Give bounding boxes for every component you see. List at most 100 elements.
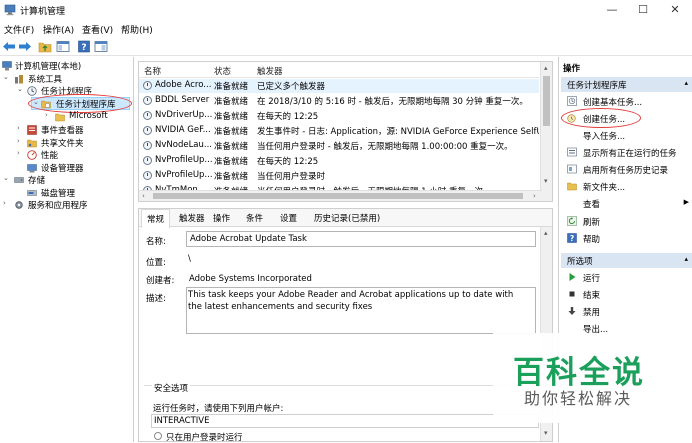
basic-task-icon: [567, 96, 577, 106]
toolbar: ?: [0, 38, 692, 56]
task-cell-status: 准备就绪: [214, 172, 249, 182]
tree-item-storage[interactable]: ⌄ 存储: [3, 174, 131, 186]
collapse-chevron-icon[interactable]: ›: [17, 149, 25, 157]
scroll-left-icon[interactable]: ‹: [142, 192, 145, 200]
running-tasks-icon: [567, 147, 577, 157]
security-divider: [144, 385, 539, 386]
properties-view-icon[interactable]: [94, 40, 108, 53]
task-cell-trigger: 当任何用户登录时 - 触发后，无限期地每隔 1.00:00:00 重复一次。: [257, 142, 513, 152]
expand-chevron-icon[interactable]: ⌄: [3, 174, 11, 182]
tab-triggers[interactable]: 触发器: [179, 212, 205, 224]
task-cell-trigger: 已定义多个触发器: [257, 82, 326, 92]
action-disable[interactable]: 禁用: [561, 303, 692, 319]
close-button[interactable]: ✕: [660, 0, 690, 20]
help-icon[interactable]: ?: [77, 40, 91, 53]
svg-text:?: ?: [81, 43, 86, 53]
table-row[interactable]: NVIDIA GeF... 准备就绪 发生事件时 - 日志: Application…: [139, 124, 539, 138]
tab-settings[interactable]: 设置: [280, 212, 297, 224]
action-help[interactable]: ? 帮助: [561, 230, 692, 246]
back-arrow-icon[interactable]: [2, 40, 16, 53]
action-import-task[interactable]: 导入任务...: [561, 127, 692, 143]
table-row[interactable]: NvProfileUp... 准备就绪 当任何用户登录时: [139, 169, 539, 183]
column-header-trigger[interactable]: 触发器: [257, 65, 283, 77]
tree-item-device-manager[interactable]: 设备管理器: [17, 162, 131, 174]
navigation-tree: 计算机管理(本地) ⌄ 系统工具 ⌄ 任务计划程序 ⌄ 任务计划程序库 › Mi…: [0, 57, 134, 442]
table-row[interactable]: NvNodeLau... 准备就绪 当任何用户登录时 - 触发后，无限期地每隔 1.…: [139, 139, 539, 153]
tree-item-disk-management[interactable]: 磁盘管理: [17, 187, 131, 199]
tree-item-system-tools[interactable]: ⌄ 系统工具: [3, 73, 131, 85]
collapse-chevron-icon[interactable]: ›: [17, 124, 25, 132]
tree-item-performance[interactable]: › 性能: [17, 149, 131, 161]
disable-arrow-icon: [568, 307, 576, 315]
folder-icon: [55, 113, 65, 122]
tree-item-shared-folders[interactable]: › 共享文件夹: [17, 137, 131, 149]
action-refresh[interactable]: 刷新: [561, 213, 692, 229]
menu-view[interactable]: 查看(V): [82, 23, 113, 36]
actions-section-selected[interactable]: 所选项 ▴: [561, 253, 692, 268]
tree-item-microsoft[interactable]: › Microsoft: [45, 111, 131, 123]
menu-file[interactable]: 文件(F): [4, 23, 34, 36]
up-folder-icon[interactable]: [38, 40, 52, 53]
minimize-button[interactable]: —: [597, 0, 627, 20]
action-create-basic-task[interactable]: 创建基本任务...: [561, 93, 692, 109]
action-label: 结束: [583, 291, 601, 301]
table-row[interactable]: NvDriverUp... 准备就绪 在每天的 12:25: [139, 109, 539, 123]
scroll-thumb[interactable]: [153, 193, 523, 199]
refresh-icon: [567, 216, 577, 226]
menu-help[interactable]: 帮助(H): [121, 23, 153, 36]
tree-item-event-viewer[interactable]: › 事件查看器: [17, 124, 131, 136]
table-row[interactable]: NvProfileUp... 准备就绪 在每天的 12:25: [139, 154, 539, 168]
section-collapse-icon[interactable]: ▴: [684, 255, 688, 263]
action-view[interactable]: 查看 ▶: [561, 195, 692, 211]
task-cell-name: NVIDIA GeF...: [155, 125, 211, 135]
scroll-thumb[interactable]: [543, 76, 550, 126]
tab-general[interactable]: 常规: [141, 209, 171, 228]
detail-tabs: 常规 触发器 操作 条件 设置 历史记录(已禁用): [139, 209, 552, 228]
scroll-down-icon[interactable]: ▾: [544, 429, 548, 437]
collapse-chevron-icon[interactable]: ›: [3, 199, 11, 207]
column-header-status[interactable]: 状态: [214, 65, 231, 77]
watermark-subtitle: 助你轻松解决: [524, 389, 633, 408]
scroll-up-icon[interactable]: ▴: [544, 64, 548, 72]
only-logged-on-radio[interactable]: [154, 432, 162, 440]
action-end[interactable]: 结束: [561, 286, 692, 302]
table-row[interactable]: Adobe Acro... 准备就绪 已定义多个触发器: [139, 79, 539, 93]
action-new-folder[interactable]: 新文件夹...: [561, 178, 692, 194]
list-horizontal-scrollbar[interactable]: ‹ ›: [139, 190, 542, 201]
action-label: 导入任务...: [583, 132, 626, 142]
tree-item-services[interactable]: › 服务和应用程序: [3, 199, 131, 211]
collapse-chevron-icon[interactable]: ›: [45, 111, 53, 119]
action-run[interactable]: 运行: [561, 269, 692, 285]
forward-arrow-icon[interactable]: [18, 40, 32, 53]
task-cell-trigger: 在 2018/3/10 的 5:16 时 - 触发后，无限期地每隔 30 分钟 …: [257, 97, 528, 107]
tab-actions[interactable]: 操作: [213, 212, 230, 224]
actions-section-library[interactable]: 任务计划程序库 ▴: [561, 77, 692, 92]
window-title: 计算机管理: [20, 7, 66, 17]
task-list[interactable]: 名称 状态 触发器 Adobe Acro... 准备就绪 已定义多个触发器 BDDL …: [138, 61, 553, 202]
column-header-name[interactable]: 名称: [144, 65, 161, 77]
location-label: 位置:: [146, 258, 166, 268]
task-cell-name: BDDL Server: [155, 95, 210, 105]
scroll-up-icon[interactable]: ▴: [544, 229, 548, 237]
maximize-button[interactable]: ☐: [628, 0, 658, 20]
show-hide-tree-icon[interactable]: [56, 40, 70, 53]
task-cell-name: NvDriverUp...: [155, 110, 213, 120]
scroll-right-icon[interactable]: ›: [533, 192, 536, 200]
collapse-chevron-icon[interactable]: ›: [17, 137, 25, 145]
tree-label: 存储: [28, 176, 46, 186]
tab-conditions[interactable]: 条件: [246, 212, 263, 224]
tree-label: 磁盘管理: [41, 189, 76, 199]
storage-icon: [14, 177, 24, 183]
menu-action[interactable]: 操作(A): [43, 23, 74, 36]
expand-chevron-icon[interactable]: ⌄: [17, 85, 25, 93]
section-collapse-icon[interactable]: ▴: [684, 79, 688, 87]
table-row[interactable]: BDDL Server 准备就绪在 2018/3/10 的 5:16 时 - 触发…: [139, 94, 539, 108]
scroll-down-icon[interactable]: ▾: [544, 177, 548, 185]
list-vertical-scrollbar[interactable]: ▴ ▾: [540, 62, 552, 201]
action-enable-history[interactable]: 启用所有任务历史记录: [561, 161, 692, 177]
tab-history[interactable]: 历史记录(已禁用): [314, 212, 380, 224]
action-show-running-tasks[interactable]: 显示所有正在运行的任务: [561, 144, 692, 160]
tree-item-root[interactable]: 计算机管理(本地): [2, 60, 132, 72]
expand-chevron-icon[interactable]: ⌄: [3, 73, 11, 81]
action-label: 创建基本任务...: [583, 98, 643, 108]
